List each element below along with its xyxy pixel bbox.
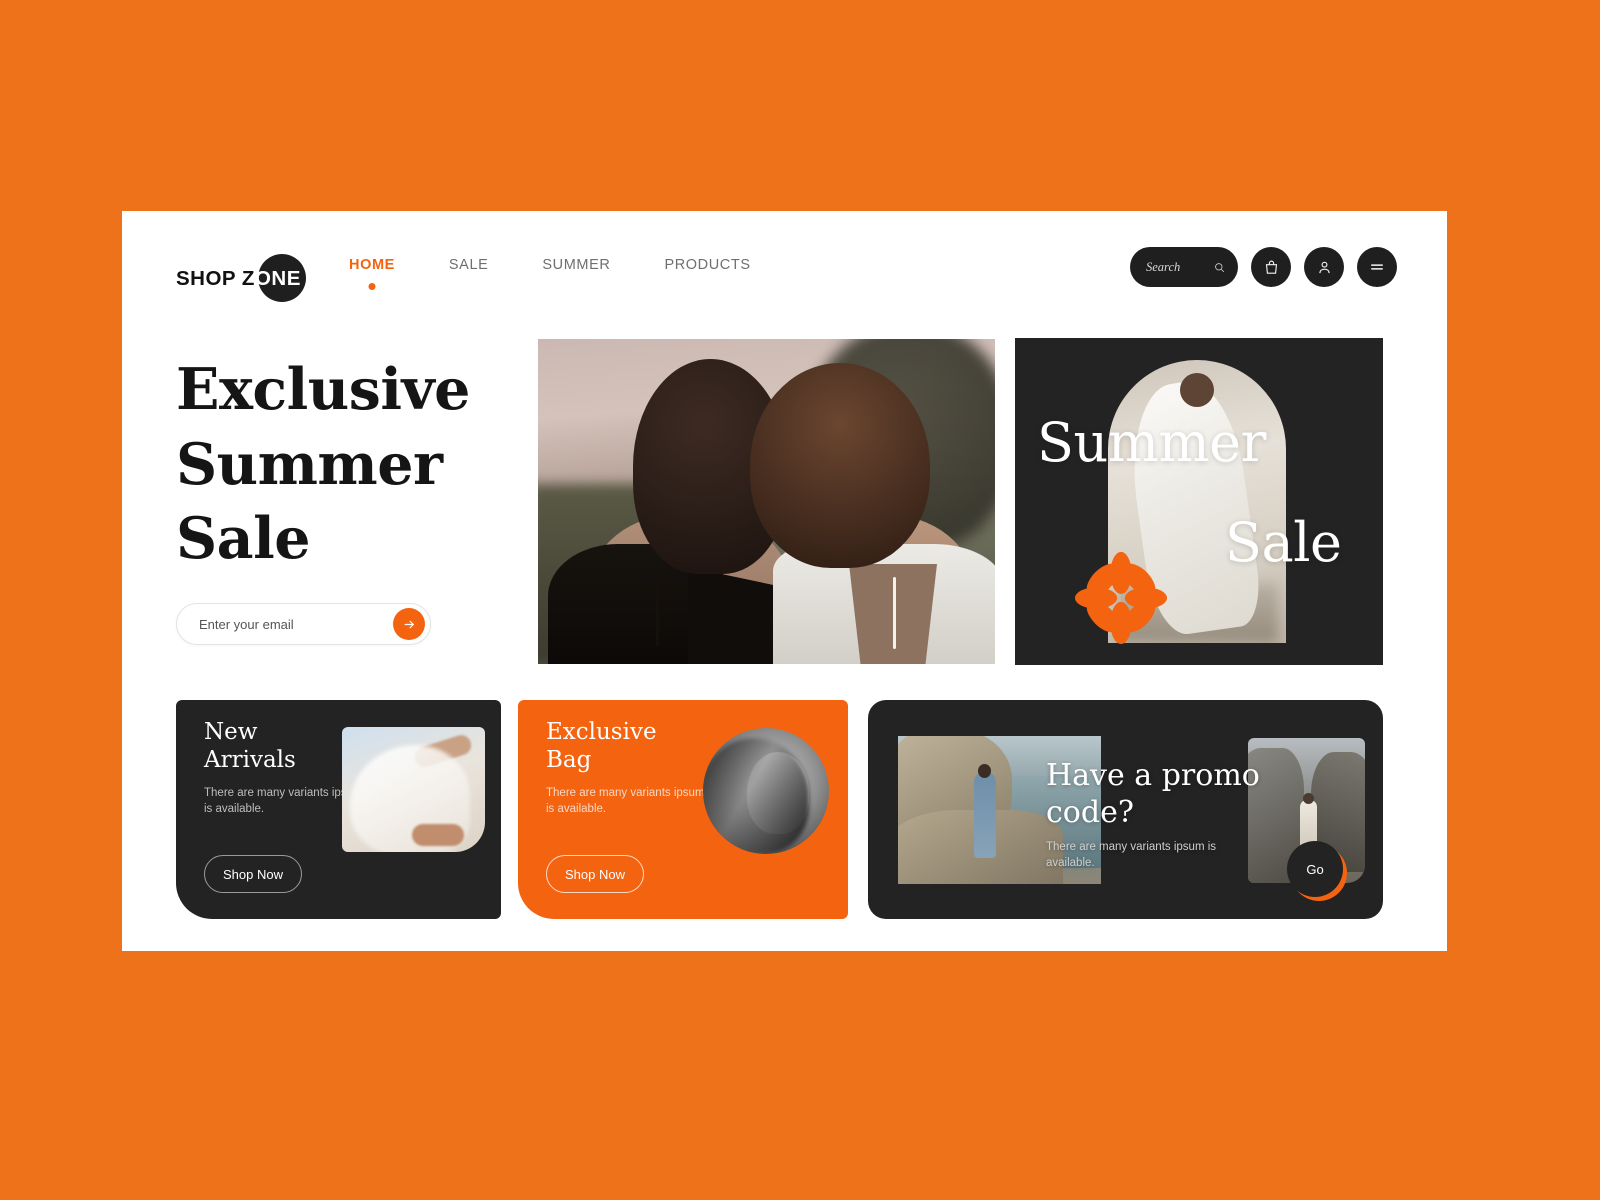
nav-item-products-label: PRODUCTS bbox=[664, 257, 751, 273]
search-icon[interactable] bbox=[1214, 260, 1225, 275]
nav-item-summer[interactable]: SUMMER bbox=[515, 255, 637, 275]
new-arrivals-body: There are many variants ipsum is availab… bbox=[204, 786, 364, 818]
menu-button[interactable] bbox=[1357, 247, 1397, 287]
email-signup-form[interactable] bbox=[176, 603, 431, 645]
logo-text-light: ONE bbox=[254, 267, 301, 290]
summer-sale-title-line-1: Summer bbox=[1037, 411, 1266, 474]
new-arrivals-shop-now-button[interactable]: Shop Now bbox=[204, 855, 302, 893]
nav-item-home[interactable]: HOME bbox=[322, 255, 422, 290]
exclusive-bag-body: There are many variants ipsum is availab… bbox=[546, 786, 706, 818]
promo-photo-right-person-head bbox=[1303, 793, 1314, 804]
summer-sale-card[interactable]: Summer Sale bbox=[1015, 338, 1383, 665]
exclusive-bag-shop-now-button[interactable]: Shop Now bbox=[546, 855, 644, 893]
exclusive-bag-body-line-1: There are many variants bbox=[546, 787, 671, 799]
exclusive-bag-photo bbox=[703, 728, 829, 854]
exclusive-bag-heading: Exclusive Bag bbox=[546, 718, 716, 774]
account-button[interactable] bbox=[1304, 247, 1344, 287]
new-arrivals-card[interactable]: New Arrivals There are many variants ips… bbox=[176, 700, 501, 919]
hero-title-line-2: Summer bbox=[176, 430, 443, 498]
search-box[interactable] bbox=[1130, 247, 1238, 287]
summer-sale-title-line-2: Sale bbox=[1225, 511, 1342, 574]
header-actions bbox=[1130, 247, 1397, 287]
summer-sale-photo-head bbox=[1180, 373, 1214, 407]
nav-item-home-label: HOME bbox=[349, 257, 395, 273]
hero-photo-hair-right bbox=[750, 363, 930, 568]
promo-go-wrapper: Go bbox=[1287, 841, 1347, 901]
user-icon bbox=[1318, 261, 1330, 273]
search-input[interactable] bbox=[1146, 259, 1208, 275]
hero-photo bbox=[538, 339, 995, 664]
exclusive-bag-heading-line-2: Bag bbox=[546, 747, 592, 774]
exclusive-bag-card[interactable]: Exclusive Bag There are many variants ip… bbox=[518, 700, 848, 919]
hero-title-line-3: Sale bbox=[176, 505, 311, 573]
bag-button[interactable] bbox=[1251, 247, 1291, 287]
promo-photo-left-person-head bbox=[978, 764, 991, 778]
exclusive-bag-photo-hair bbox=[703, 738, 809, 854]
new-arrivals-photo bbox=[342, 727, 485, 852]
promo-heading-line-2: code? bbox=[1046, 794, 1134, 830]
nav-item-summer-label: SUMMER bbox=[542, 257, 611, 273]
hamburger-icon bbox=[1371, 264, 1383, 270]
hero-title: Exclusive Summer Sale bbox=[176, 353, 506, 577]
flower-icon bbox=[1074, 551, 1168, 645]
promo-body: There are many variants ipsum is availab… bbox=[1046, 840, 1226, 872]
logo-text: SHOP ZONE bbox=[176, 267, 301, 291]
promo-code-card[interactable]: Have a promo code? There are many varian… bbox=[868, 700, 1383, 919]
nav-item-sale-label: SALE bbox=[448, 257, 489, 273]
new-arrivals-heading-line-2: Arrivals bbox=[204, 747, 296, 774]
nav-item-products[interactable]: PRODUCTS bbox=[637, 255, 777, 275]
site-header: SHOP ZONE HOME SALE SUMMER PRODUCTS bbox=[122, 211, 1447, 331]
logo-text-dark: SHOP Z bbox=[176, 267, 255, 290]
arrow-right-icon bbox=[404, 620, 414, 628]
page-container: SHOP ZONE HOME SALE SUMMER PRODUCTS Sear… bbox=[122, 211, 1447, 951]
promo-heading-line-1: Have a promo bbox=[1046, 758, 1260, 793]
logo[interactable]: SHOP ZONE bbox=[176, 254, 306, 302]
main-nav: HOME SALE SUMMER PRODUCTS bbox=[322, 255, 778, 290]
nav-active-dot-icon bbox=[368, 283, 376, 290]
promo-photo-left-person bbox=[974, 772, 996, 858]
nav-item-sale[interactable]: SALE bbox=[422, 255, 515, 275]
promo-go-button[interactable]: Go bbox=[1287, 841, 1343, 897]
new-arrivals-photo-hand bbox=[412, 824, 464, 846]
hero-photo-tie-right bbox=[893, 577, 896, 649]
new-arrivals-heading-line-1: New bbox=[204, 719, 258, 745]
exclusive-bag-heading-line-1: Exclusive bbox=[546, 719, 657, 745]
bag-icon bbox=[1265, 260, 1277, 274]
email-input[interactable] bbox=[199, 616, 393, 632]
hero-photo-tie-left bbox=[656, 574, 659, 646]
promo-heading: Have a promo code? bbox=[1046, 758, 1276, 831]
hero-title-line-1: Exclusive bbox=[176, 356, 470, 423]
email-submit-button[interactable] bbox=[393, 608, 425, 640]
new-arrivals-body-line-1: There are many variants bbox=[204, 787, 329, 799]
promo-body-line-1: There are many variants bbox=[1046, 841, 1171, 853]
